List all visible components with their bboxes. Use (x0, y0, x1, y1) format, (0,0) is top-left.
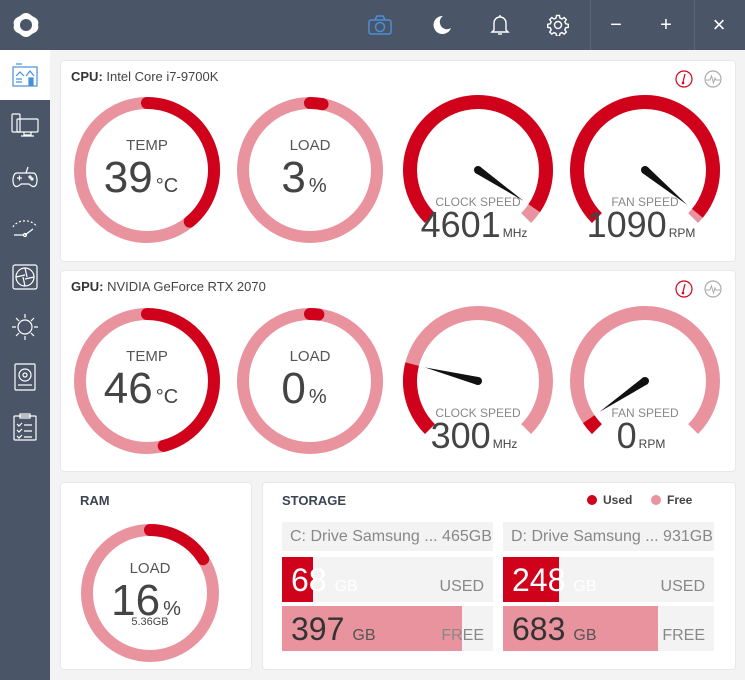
ring-fill (141, 308, 220, 452)
ring-value: 3% (281, 153, 326, 202)
ring-value: 0% (281, 364, 326, 413)
ring-fill (141, 97, 220, 228)
gauge-value: 0 RPM (617, 415, 666, 456)
gpu-load-gauge: LOAD0% (237, 308, 383, 454)
ring-label: TEMP (126, 137, 168, 154)
used-value: 248 GB (512, 562, 597, 598)
gpu-temp-gauge: TEMP46 °C (74, 308, 220, 454)
gauge-fill (403, 362, 436, 435)
ring-track (237, 97, 383, 243)
cpu-fan-gauge: FAN SPEED1090 RPM (570, 95, 720, 245)
ring-value: 39 °C (104, 153, 178, 202)
gauge-value: 300 MHz (431, 415, 518, 456)
needle-pivot (474, 166, 482, 174)
ring-track (237, 308, 383, 454)
ring-sub: 5.36GB (131, 616, 168, 628)
ring-label: LOAD (290, 348, 331, 365)
gauge-fill (582, 415, 602, 435)
needle-pivot (641, 377, 649, 385)
used-label: USED (660, 578, 705, 595)
gauge-value: 4601 MHz (421, 204, 528, 245)
gauge-value: 1090 RPM (587, 204, 696, 245)
ring-label: LOAD (130, 560, 171, 577)
ring-fill (304, 308, 325, 321)
cpu-load-gauge: LOAD3% (237, 97, 383, 243)
ring-fill (144, 524, 210, 566)
ring-value: 46 °C (104, 364, 178, 413)
free-label: FREE (441, 627, 484, 644)
ring-label: LOAD (290, 137, 331, 154)
needle-pivot (474, 377, 482, 385)
ring-fill (304, 97, 329, 111)
cpu-clock-gauge: CLOCK SPEED4601 MHz (403, 95, 553, 245)
used-label: USED (439, 578, 484, 595)
gauges-layer: TEMP39 °CLOAD3 %CLOCK SPEED4601 MHzFAN SPEE… (74, 95, 720, 662)
ring-label: TEMP (126, 348, 168, 365)
ram-load-gauge: LOAD16 %5.36GB (81, 524, 219, 662)
cpu-temp-gauge: TEMP39 °C (74, 97, 220, 243)
free-label: FREE (662, 627, 705, 644)
gpu-clock-gauge: CLOCK SPEED300 MHz (403, 306, 553, 456)
needle-pivot (641, 166, 649, 174)
used-value: 68 GB (291, 562, 358, 598)
gauge-needle (424, 367, 479, 385)
free-value: 683 GB (512, 611, 597, 647)
gpu-fan-gauge: FAN SPEED0 RPM (570, 306, 720, 456)
free-value: 397 GB (291, 611, 376, 647)
